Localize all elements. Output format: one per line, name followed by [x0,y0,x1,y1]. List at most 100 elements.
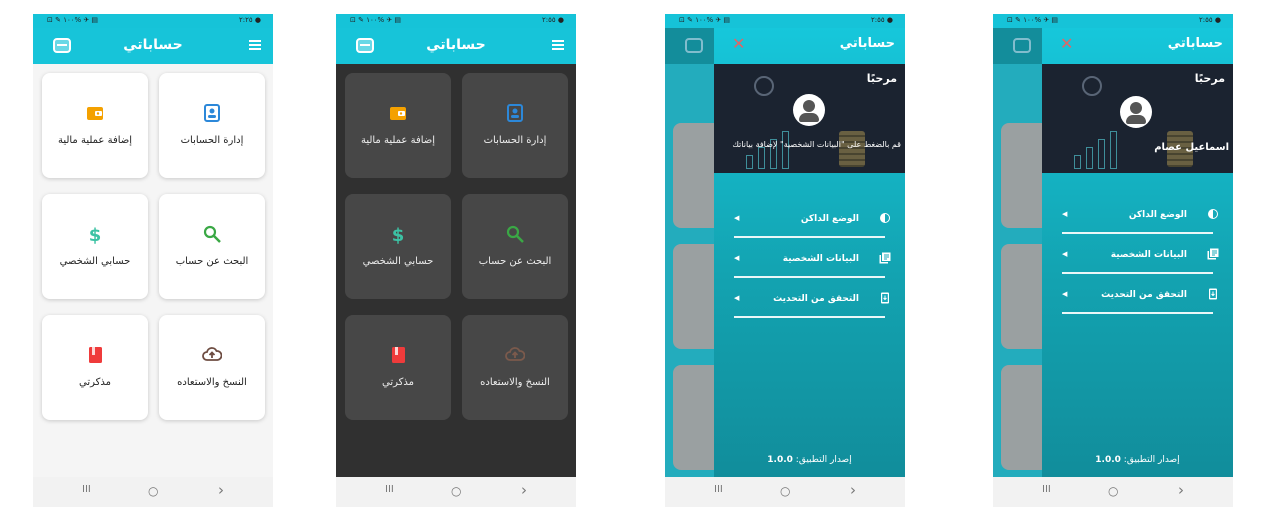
drawer-title: حساباتي [839,36,895,51]
card-label: إضافة عملية مالية [360,135,436,146]
status-bar: ⊡ ✎ ١٠٠% ✈ ▤ ٢:٥٥ ● [336,14,576,28]
drawer-header: مرحبًا اسماعيل عصام [1042,64,1233,173]
divider [1062,272,1213,274]
phone-drawer-empty-profile: ⊡ ✎ ١٠٠% ✈ ▤ ٢:٥٥ ● ✕ حساباتي مرحبًا قم … [665,14,905,507]
card-label: حسابي الشخصي [59,256,131,267]
menu-icon[interactable] [552,40,564,51]
navigation-drawer: ✕ حساباتي مرحبًا قم بالضغط على "البيانات… [714,28,905,477]
drawer-header: مرحبًا قم بالضغط على "البيانات الشخصية" … [714,64,905,173]
card-my-notes[interactable]: مذكرتي [42,315,148,420]
drawer-item-label: التحقق من التحديث [773,294,859,304]
drawer-item-label: التحقق من التحديث [1101,290,1187,300]
app-version: إصدار التطبيق: 1.0.0 [714,455,905,465]
card-my-profile[interactable]: $ حسابي الشخصي [345,194,451,299]
list-circle-decoration [1082,76,1102,96]
phone-drawer-with-name: ⊡ ✎ ١٠٠% ✈ ▤ ٢:٥٥ ● ✕ حساباتي مرحبًا اسم… [993,14,1233,507]
version-label: إصدار التطبيق: [795,455,852,465]
scrim-background[interactable] [665,28,714,477]
drawer-item-dark-mode[interactable]: الوضع الداكن ◀ [1062,206,1218,234]
recent-apps-button[interactable]: III [714,484,723,495]
card-label: البحث عن حساب [175,256,249,267]
back-button[interactable]: › [218,481,224,499]
cloud-upload-icon [505,347,525,361]
home-button[interactable]: ○ [451,484,461,498]
scrim-background[interactable] [993,28,1042,477]
version-value: 1.0.0 [1095,455,1121,465]
avatar [793,94,825,126]
card-add-transaction[interactable]: إضافة عملية مالية [42,73,148,178]
status-bar: ⊡ ✎ ١٠٠% ✈ ▤ ٢:٥٥ ● [665,14,905,28]
home-grid: إدارة الحسابات إضافة عملية مالية البحث ع… [33,64,273,477]
system-nav-bar: III ○ › [336,477,576,507]
card-manage-accounts[interactable]: إدارة الحسابات [462,73,568,178]
divider [734,276,885,278]
card-label: النسخ والاستعاده [480,377,550,388]
close-icon[interactable]: ✕ [732,34,745,53]
app-title: حساباتي [426,37,486,53]
menu-icon[interactable] [249,40,261,51]
greeting-text: مرحبًا [866,72,897,85]
drawer-item-check-update[interactable]: التحقق من التحديث ◀ [1062,286,1217,314]
divider [1062,232,1213,234]
user-name: اسماعيل عصام [1154,142,1229,153]
card-search-account[interactable]: البحث عن حساب [159,194,265,299]
account-card-icon [204,104,220,122]
status-icons: ⊡ ✎ ١٠٠% ✈ ▤ [1007,16,1059,24]
status-icons: ⊡ ✎ ١٠٠% ✈ ▤ [47,16,99,24]
drawer-title: حساباتي [1167,36,1223,51]
drawer-item-personal-data[interactable]: البيانات الشخصية ◀ [1062,246,1219,274]
system-update-icon [881,292,889,304]
recent-apps-button[interactable]: III [385,484,394,495]
chevron-left-icon: ◀ [734,294,740,302]
brightness-icon [1208,209,1218,219]
home-button[interactable]: ○ [1108,484,1118,498]
drawer-item-label: الوضع الداكن [800,214,859,224]
library-books-icon [1207,248,1219,260]
wallet-icon[interactable] [356,38,374,53]
card-manage-accounts[interactable]: إدارة الحسابات [159,73,265,178]
card-search-account[interactable]: البحث عن حساب [462,194,568,299]
phone-home-dark: ⊡ ✎ ١٠٠% ✈ ▤ ٢:٥٥ ● حساباتي إدارة الحساب… [336,14,576,507]
recent-apps-button[interactable]: III [82,484,91,495]
navigation-drawer: ✕ حساباتي مرحبًا اسماعيل عصام الوضع الدا… [1042,28,1233,477]
card-backup-restore[interactable]: النسخ والاستعاده [462,315,568,420]
card-my-notes[interactable]: مذكرتي [345,315,451,420]
system-nav-bar: III ○ › [993,477,1233,507]
card-label: إدارة الحسابات [180,135,244,146]
recent-apps-button[interactable]: III [1042,484,1051,495]
app-title: حساباتي [123,37,183,53]
app-version: إصدار التطبيق: 1.0.0 [1042,455,1233,465]
system-nav-bar: III ○ › [665,477,905,507]
system-nav-bar: III ○ › [33,477,273,507]
status-time: ٢:٥٥ ● [871,16,893,24]
card-label: حسابي الشخصي [362,256,434,267]
drawer-item-label: البيانات الشخصية [782,254,859,264]
card-my-profile[interactable]: $ حسابي الشخصي [42,194,148,299]
version-value: 1.0.0 [767,455,793,465]
greeting-text: مرحبًا [1194,72,1225,85]
back-button[interactable]: › [1178,481,1184,499]
drawer-item-check-update[interactable]: التحقق من التحديث ◀ [734,290,889,318]
wallet-icon [390,107,406,120]
home-button[interactable]: ○ [148,484,158,498]
app-bar: حساباتي [336,28,576,64]
chevron-left-icon: ◀ [1062,250,1068,258]
home-button[interactable]: ○ [780,484,790,498]
card-label: مذكرتي [381,377,414,388]
drawer-item-personal-data[interactable]: البيانات الشخصية ◀ [734,250,891,278]
status-bar: ⊡ ✎ ١٠٠% ✈ ▤ ٢:٥٥ ● [993,14,1233,28]
back-button[interactable]: › [850,481,856,499]
svg-text:$: $ [89,225,102,244]
close-icon[interactable]: ✕ [1060,34,1073,53]
card-add-transaction[interactable]: إضافة عملية مالية [345,73,451,178]
home-grid: إدارة الحسابات إضافة عملية مالية البحث ع… [336,64,576,477]
list-circle-decoration [754,76,774,96]
svg-text:$: $ [392,225,405,244]
drawer-item-label: البيانات الشخصية [1110,250,1187,260]
drawer-item-dark-mode[interactable]: الوضع الداكن ◀ [734,210,890,238]
back-button[interactable]: › [521,481,527,499]
wallet-icon[interactable] [53,38,71,53]
card-backup-restore[interactable]: النسخ والاستعاده [159,315,265,420]
status-time: ٢:٢٥ ● [239,16,261,24]
card-label: مذكرتي [78,377,111,388]
